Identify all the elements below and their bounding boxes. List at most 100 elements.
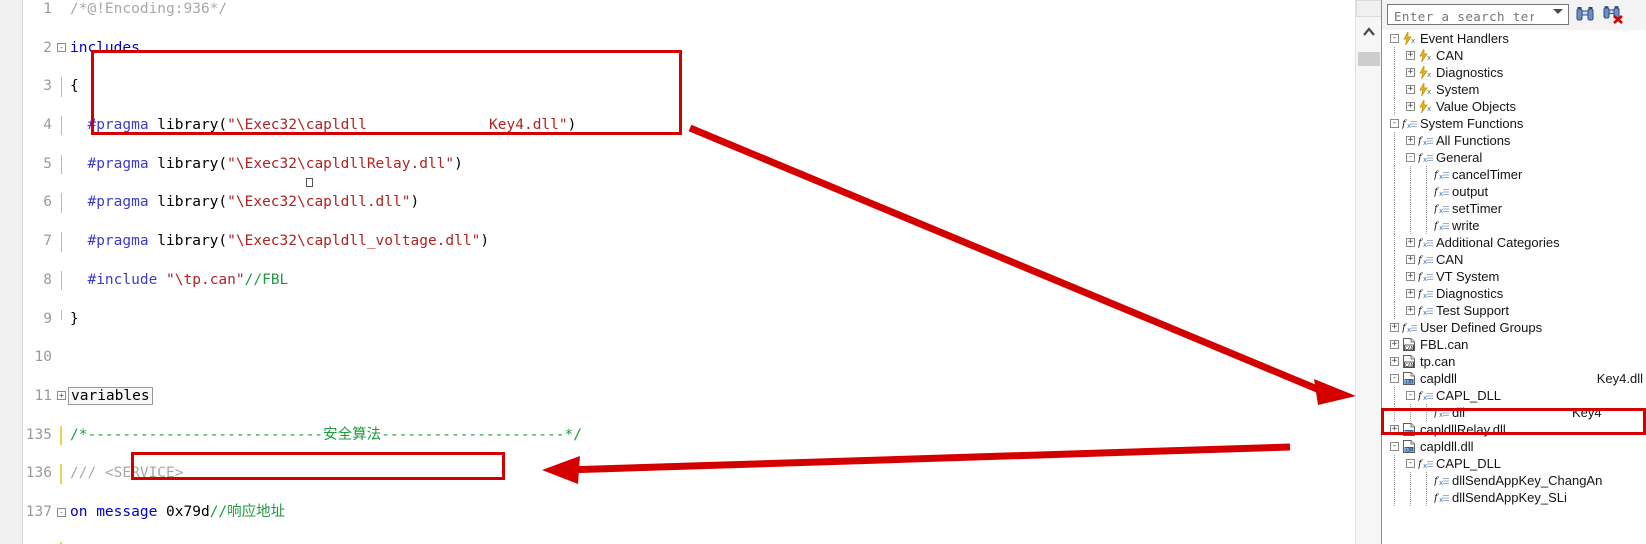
svg-text:x: x <box>1423 462 1427 470</box>
tree-item[interactable]: f x cancelTimer <box>1382 166 1646 183</box>
tree-item[interactable]: - f x CAPL_DLL <box>1382 455 1646 472</box>
tree-item-label: dllSendAppKey_SLi <box>1452 490 1567 505</box>
event-handler-icon: x <box>1418 47 1433 63</box>
tree-expand-icon[interactable]: + <box>1390 323 1399 332</box>
tree-item[interactable]: + CAN tp.can <box>1382 353 1646 370</box>
svg-text:x: x <box>1423 309 1427 317</box>
tree-expand-icon[interactable]: + <box>1406 272 1415 281</box>
tree-item[interactable]: + f x CAN <box>1382 251 1646 268</box>
tree-guide-line <box>1394 285 1395 302</box>
tree-item[interactable]: + f x Diagnostics <box>1382 285 1646 302</box>
code-token: /*---------------------------安全算法-------… <box>70 426 582 443</box>
code-text: on message 0x79d//响应地址 <box>70 503 285 522</box>
tree-item[interactable]: + f x Test Support <box>1382 302 1646 319</box>
scroll-up-arrow-icon[interactable] <box>1359 22 1379 44</box>
scrollbar-thumb[interactable] <box>1358 52 1380 66</box>
event-handler-icon: x <box>1418 64 1433 80</box>
svg-text:x: x <box>1439 479 1443 487</box>
fold-guide-line <box>61 309 62 320</box>
function-icon: fx <box>1417 287 1433 300</box>
tree-item[interactable]: - DLL capldll Key4.dll <box>1382 370 1646 387</box>
tree-expand-icon[interactable]: + <box>1406 85 1415 94</box>
tree-item[interactable]: + f x All Functions <box>1382 132 1646 149</box>
tree-item-label: cancelTimer <box>1452 167 1523 182</box>
tree-expand-icon[interactable]: + <box>1406 51 1415 60</box>
code-keyword-box: variables <box>68 386 153 405</box>
tree-expand-icon[interactable]: + <box>1406 238 1415 247</box>
svg-text:x: x <box>1407 122 1411 130</box>
fold-guide-line <box>60 425 62 445</box>
tree-item-label: dllSendAppKey_ChangAn <box>1452 473 1603 488</box>
search-combobox[interactable] <box>1387 4 1569 26</box>
tree-item[interactable]: + CAN FBL.can <box>1382 336 1646 353</box>
scrollbar-top-box[interactable] <box>1356 0 1382 17</box>
tree-item[interactable]: f x dllSendAppKey_ChangAn <box>1382 472 1646 489</box>
fold-guide-line <box>61 232 62 252</box>
tree-item[interactable]: + f x VT System <box>1382 268 1646 285</box>
tree-collapse-icon[interactable]: - <box>1390 374 1399 383</box>
tree-collapse-icon[interactable]: - <box>1390 119 1399 128</box>
tree-collapse-icon[interactable]: - <box>1390 442 1399 451</box>
code-token: "\Exec32\capldllRelay.dll" <box>227 155 455 172</box>
fold-guide-line <box>61 193 62 213</box>
symbol-explorer-panel[interactable]: -xEvent Handlers+xCAN+xDiagnostics+xSyst… <box>1381 0 1646 544</box>
tree-collapse-icon[interactable]: - <box>1406 153 1415 162</box>
function-tree[interactable]: - x Event Handlers + x CAN + x Diagnostics + x Syst… <box>1382 30 1646 544</box>
tree-expand-icon[interactable]: + <box>1406 255 1415 264</box>
tree-item[interactable]: - f x General <box>1382 149 1646 166</box>
tree-item-label: Test Support <box>1436 303 1509 318</box>
tree-item[interactable]: + f x Additional Categories <box>1382 234 1646 251</box>
code-token: 0x79d <box>157 504 210 521</box>
tree-collapse-icon[interactable]: - <box>1390 34 1399 43</box>
tree-item-label: write <box>1452 218 1480 233</box>
binoculars-clear-icon[interactable] <box>1603 5 1623 24</box>
tree-expand-icon[interactable]: + <box>1406 102 1415 111</box>
fold-collapse-icon[interactable]: - <box>57 507 66 517</box>
code-text: #include "\tp.can"//FBL <box>70 271 288 290</box>
red-highlight-box-pragma <box>91 50 682 135</box>
tree-item-label: CAPL_DLL <box>1436 388 1502 403</box>
tree-item[interactable]: f x write <box>1382 217 1646 234</box>
fold-collapse-icon[interactable]: - <box>57 43 66 53</box>
search-input[interactable] <box>1392 6 1536 26</box>
tree-item[interactable]: - DLL capldll.dll <box>1382 438 1646 455</box>
function-icon: fx <box>1433 168 1449 181</box>
tree-expand-icon[interactable]: + <box>1406 68 1415 77</box>
tree-expand-icon[interactable]: + <box>1390 340 1399 349</box>
tree-guide-line <box>1394 149 1395 166</box>
tree-guide-line <box>1394 268 1395 285</box>
tree-item[interactable]: + x CAN <box>1382 47 1646 64</box>
chevron-down-icon[interactable] <box>1553 9 1563 14</box>
binoculars-find-icon[interactable] <box>1575 5 1595 24</box>
tree-expand-icon[interactable]: + <box>1390 357 1399 366</box>
tree-item[interactable]: f x dllSendAppKey_SLi <box>1382 489 1646 506</box>
tree-expand-icon[interactable]: + <box>1406 136 1415 145</box>
line-number: 136 <box>25 465 52 482</box>
tree-guide-line <box>1394 387 1395 404</box>
tree-collapse-icon[interactable]: - <box>1406 391 1415 400</box>
tree-item[interactable]: f x setTimer <box>1382 200 1646 217</box>
fold-expand-icon[interactable]: + <box>57 391 66 401</box>
tree-item-label: setTimer <box>1452 201 1503 216</box>
svg-text:x: x <box>1423 394 1427 402</box>
svg-text:CAN: CAN <box>1405 362 1414 367</box>
code-text: } <box>70 310 79 329</box>
tree-item[interactable]: - f x CAPL_DLL <box>1382 387 1646 404</box>
tree-item[interactable]: + x Value Objects <box>1382 98 1646 115</box>
editor-vertical-scrollbar[interactable] <box>1355 0 1382 544</box>
tree-item[interactable]: - x Event Handlers <box>1382 30 1646 47</box>
fold-guide-line <box>61 270 62 291</box>
tree-item[interactable]: + f x User Defined Groups <box>1382 319 1646 336</box>
code-token: #pragma <box>87 233 149 250</box>
tree-guide-line <box>1426 217 1427 234</box>
tree-expand-icon[interactable]: + <box>1406 306 1415 315</box>
tree-item[interactable]: - f x System Functions <box>1382 115 1646 132</box>
tree-item[interactable]: f x output <box>1382 183 1646 200</box>
tree-collapse-icon[interactable]: - <box>1406 459 1415 468</box>
tree-expand-icon[interactable]: + <box>1406 289 1415 298</box>
tree-item[interactable]: + x System <box>1382 81 1646 98</box>
line-number: 9 <box>43 310 52 327</box>
tree-item[interactable]: + x Diagnostics <box>1382 64 1646 81</box>
